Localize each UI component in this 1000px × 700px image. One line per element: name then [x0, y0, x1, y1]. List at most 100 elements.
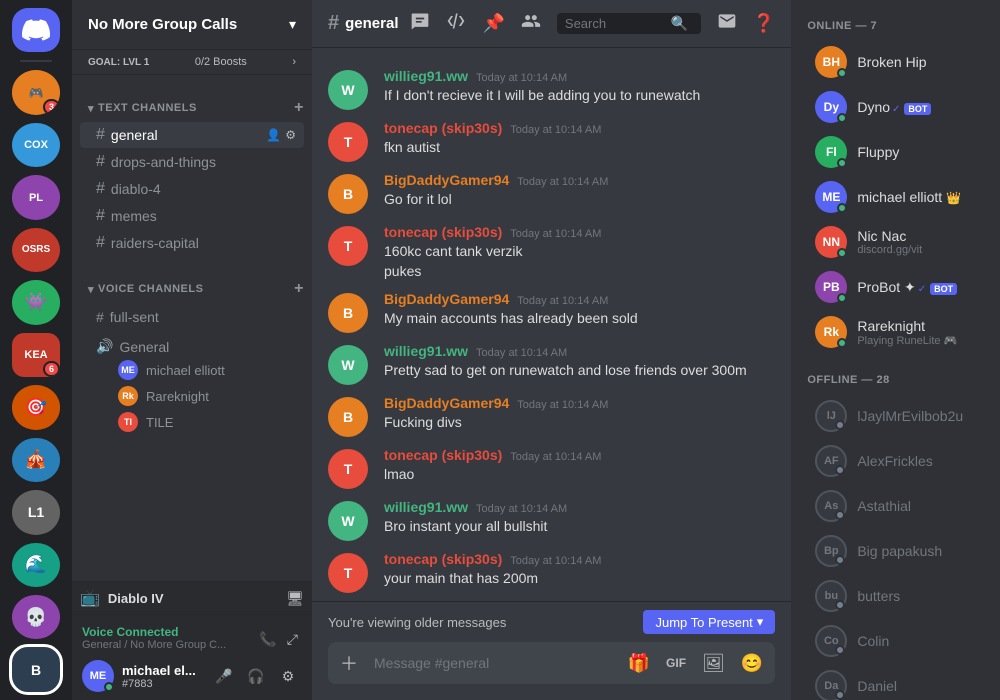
member-item-offline[interactable]: As Astathial — [799, 484, 1000, 528]
message-text: lmao — [384, 465, 775, 485]
voice-phone-icon[interactable]: 📞 — [255, 627, 280, 652]
message-author[interactable]: tonecap (skip30s) — [384, 551, 502, 567]
message-author[interactable]: BigDaddyGamer94 — [384, 395, 509, 411]
status-dot — [835, 600, 845, 610]
message-avatar: B — [328, 293, 368, 333]
member-item-online[interactable]: ME michael elliott👑 — [799, 175, 1000, 219]
search-input[interactable] — [565, 16, 665, 31]
gif-button[interactable]: GIF — [662, 648, 690, 678]
message-timestamp: Today at 10:14 AM — [476, 347, 567, 359]
gift-icon[interactable]: 🎁 — [624, 645, 654, 682]
search-box[interactable]: 🔍 — [557, 13, 701, 34]
member-avatar: AF — [815, 445, 847, 477]
hash-icon: # — [96, 153, 105, 171]
server-icon-active[interactable]: B — [12, 647, 60, 691]
server-icon-s3[interactable]: PL — [12, 175, 60, 219]
member-item-online[interactable]: Dy Dyno✓BOT — [799, 85, 1000, 129]
person-icon[interactable]: 👤 — [266, 128, 281, 142]
voice-user-tile[interactable]: TI TILE — [96, 409, 296, 435]
message-avatar: B — [328, 174, 368, 214]
server-icon-s1[interactable]: 🎮 3 — [12, 70, 60, 114]
voice-channel-general[interactable]: 🔊 General ME michael elliott Rk Rareknig… — [80, 332, 304, 439]
add-channel-button[interactable]: + — [294, 99, 304, 117]
boost-chevron: › — [292, 56, 296, 68]
channel-item-diablo[interactable]: # diablo-4 — [80, 176, 304, 202]
server-icon-l1[interactable]: L1 — [12, 490, 60, 534]
member-item-offline[interactable]: Bp Big papakush — [799, 529, 1000, 573]
member-item-offline[interactable]: lJ lJaylMrEvilbob2u — [799, 394, 1000, 438]
message-line: My main accounts has already been sold — [384, 309, 775, 329]
microphone-icon[interactable]: 🎤 — [210, 662, 238, 690]
member-info: Rareknight Playing RuneLite 🎮 — [857, 318, 1000, 347]
server-icon-s4[interactable]: OSRS — [12, 228, 60, 272]
diablo-bar[interactable]: 📺 Diablo IV 🖥 — [72, 581, 312, 614]
emoji-button[interactable]: 😊 — [737, 645, 767, 682]
server-icon-s7[interactable]: 🎯 — [12, 385, 60, 429]
server-icon-s5[interactable]: 👾 — [12, 280, 60, 324]
members-icon[interactable] — [521, 11, 541, 36]
voice-channel-full-sent[interactable]: # full-sent — [80, 303, 304, 331]
sticker-icon[interactable]: 🖼 — [698, 645, 729, 682]
channel-item-raiders[interactable]: # raiders-capital — [80, 230, 304, 256]
server-icon-s6[interactable]: KEA 6 — [12, 333, 60, 377]
message-author[interactable]: tonecap (skip30s) — [384, 120, 502, 136]
voice-channel-header: 🔊 General — [96, 336, 296, 357]
threads-icon[interactable] — [410, 11, 430, 36]
member-item-online[interactable]: BH Broken Hip — [799, 40, 1000, 84]
server-header[interactable]: No More Group Calls ▾ — [72, 0, 312, 50]
voice-user-rareknight[interactable]: Rk Rareknight — [96, 383, 296, 409]
discord-home-icon[interactable] — [12, 8, 60, 52]
message-timestamp: Today at 10:14 AM — [510, 451, 601, 463]
messages-container[interactable]: W willieg91.ww Today at 10:14 AM If I do… — [312, 48, 791, 601]
member-item-online[interactable]: NN Nic Nac discord.gg/vit — [799, 220, 1000, 264]
member-item-offline[interactable]: bu butters — [799, 574, 1000, 618]
boost-bar[interactable]: GOAL: LVL 1 0/2 Boosts › — [72, 50, 312, 75]
server-icon-death[interactable]: 💀 — [12, 595, 60, 639]
voice-user-michael[interactable]: ME michael elliott — [96, 357, 296, 383]
member-item-online[interactable]: PB ProBot ✦✓BOT — [799, 265, 1000, 309]
message-input[interactable] — [370, 645, 616, 681]
voice-expand-icon[interactable]: ⤢ — [283, 627, 302, 652]
channel-item-drops[interactable]: # drops-and-things — [80, 149, 304, 175]
member-info: Big papakush — [857, 543, 1000, 559]
server-icon-s2[interactable]: COX — [12, 123, 60, 167]
member-item-offline[interactable]: AF AlexFrickles — [799, 439, 1000, 483]
message-timestamp: Today at 10:14 AM — [476, 503, 567, 515]
message-author[interactable]: tonecap (skip30s) — [384, 447, 502, 463]
server-icon-s8[interactable]: 🎪 — [12, 438, 60, 482]
server-sidebar: 🎮 3 COX PL OSRS 👾 KEA 6 🎯 🎪 L1 🌊 💀 B — [0, 0, 72, 700]
settings-icon[interactable]: ⚙ — [274, 662, 302, 690]
voice-channels-category[interactable]: ▾ VOICE CHANNELS + — [72, 264, 312, 302]
slash-icon[interactable] — [446, 11, 466, 36]
message-author[interactable]: tonecap (skip30s) — [384, 224, 502, 240]
settings-icon[interactable]: ⚙ — [285, 128, 296, 142]
voice-connected-sublabel: General / No More Group C... — [82, 639, 226, 651]
pin-icon[interactable]: 📌 — [482, 13, 504, 34]
status-dot — [837, 68, 847, 78]
message-author[interactable]: willieg91.ww — [384, 499, 468, 515]
inbox-icon[interactable] — [717, 11, 737, 36]
member-item-offline[interactable]: Da Daniel — [799, 664, 1000, 700]
message-author[interactable]: willieg91.ww — [384, 343, 468, 359]
member-item-online[interactable]: Rk Rareknight Playing RuneLite 🎮 — [799, 310, 1000, 354]
message-author[interactable]: willieg91.ww — [384, 68, 468, 84]
channel-item-general[interactable]: # general 👤 ⚙ — [80, 122, 304, 148]
message-author[interactable]: BigDaddyGamer94 — [384, 172, 509, 188]
headset-icon[interactable]: 🎧 — [242, 662, 270, 690]
add-voice-channel-button[interactable]: + — [294, 280, 304, 298]
message-text: fkn autist — [384, 138, 775, 158]
member-item-online[interactable]: Fl Fluppy — [799, 130, 1000, 174]
offline-members-list: lJ lJaylMrEvilbob2u AF AlexFrickles As A… — [791, 394, 1000, 700]
channel-item-memes[interactable]: # memes — [80, 203, 304, 229]
message-timestamp: Today at 10:14 AM — [510, 555, 601, 567]
jump-to-present-button[interactable]: Jump To Present ▾ — [643, 610, 775, 634]
help-icon[interactable]: ❓ — [753, 13, 775, 34]
message-author[interactable]: BigDaddyGamer94 — [384, 291, 509, 307]
channel-name: raiders-capital — [111, 235, 296, 251]
member-item-offline[interactable]: Co Colin — [799, 619, 1000, 663]
message-header: BigDaddyGamer94 Today at 10:14 AM — [384, 395, 775, 411]
add-attachment-button[interactable]: ＋ — [336, 642, 362, 684]
channel-name: memes — [111, 208, 296, 224]
server-icon-calcusa[interactable]: 🌊 — [12, 543, 60, 587]
text-channels-category[interactable]: ▾ TEXT CHANNELS + — [72, 83, 312, 121]
